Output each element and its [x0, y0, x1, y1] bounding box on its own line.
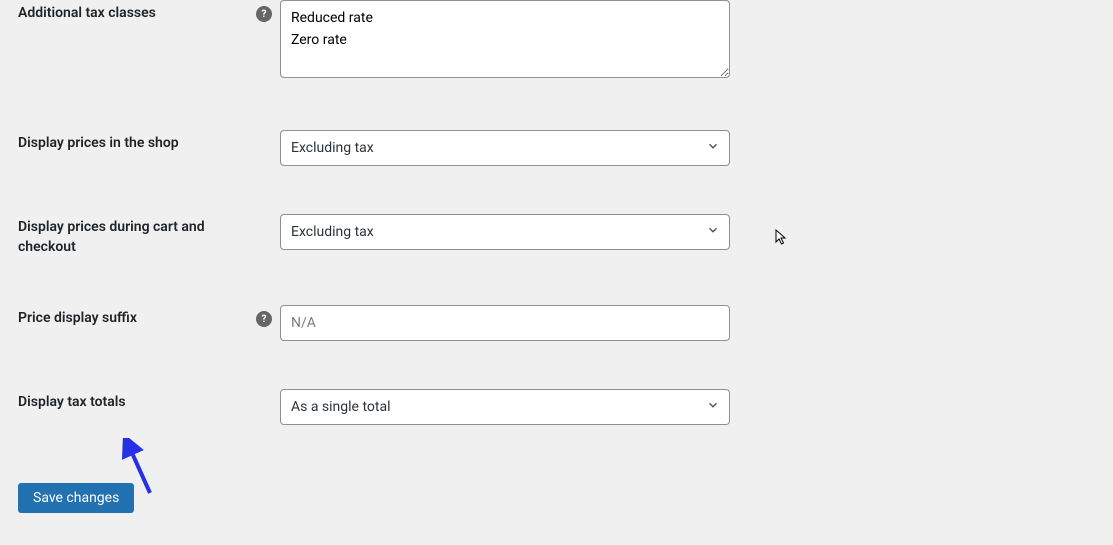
label-display-prices-cart: Display prices during cart and checkout	[18, 218, 238, 257]
row-display-prices-shop: Display prices in the shop Excluding tax	[0, 130, 1113, 166]
save-changes-button[interactable]: Save changes	[18, 483, 134, 513]
help-icon[interactable]: ?	[256, 6, 272, 22]
row-display-tax-totals: Display tax totals As a single total	[0, 389, 1113, 425]
label-additional-tax-classes: Additional tax classes	[18, 4, 156, 24]
label-display-prices-shop: Display prices in the shop	[18, 134, 179, 154]
help-icon[interactable]: ?	[256, 311, 272, 327]
label-price-display-suffix: Price display suffix	[18, 309, 137, 329]
row-additional-tax-classes: Additional tax classes ?	[0, 0, 1113, 82]
display-prices-shop-select[interactable]: Excluding tax	[280, 130, 730, 166]
row-price-display-suffix: Price display suffix ?	[0, 305, 1113, 341]
display-prices-cart-select[interactable]: Excluding tax	[280, 214, 730, 250]
additional-tax-classes-textarea[interactable]	[280, 0, 730, 78]
price-display-suffix-input[interactable]	[280, 305, 730, 341]
display-tax-totals-select[interactable]: As a single total	[280, 389, 730, 425]
row-display-prices-cart: Display prices during cart and checkout …	[0, 214, 1113, 257]
label-display-tax-totals: Display tax totals	[18, 393, 126, 413]
